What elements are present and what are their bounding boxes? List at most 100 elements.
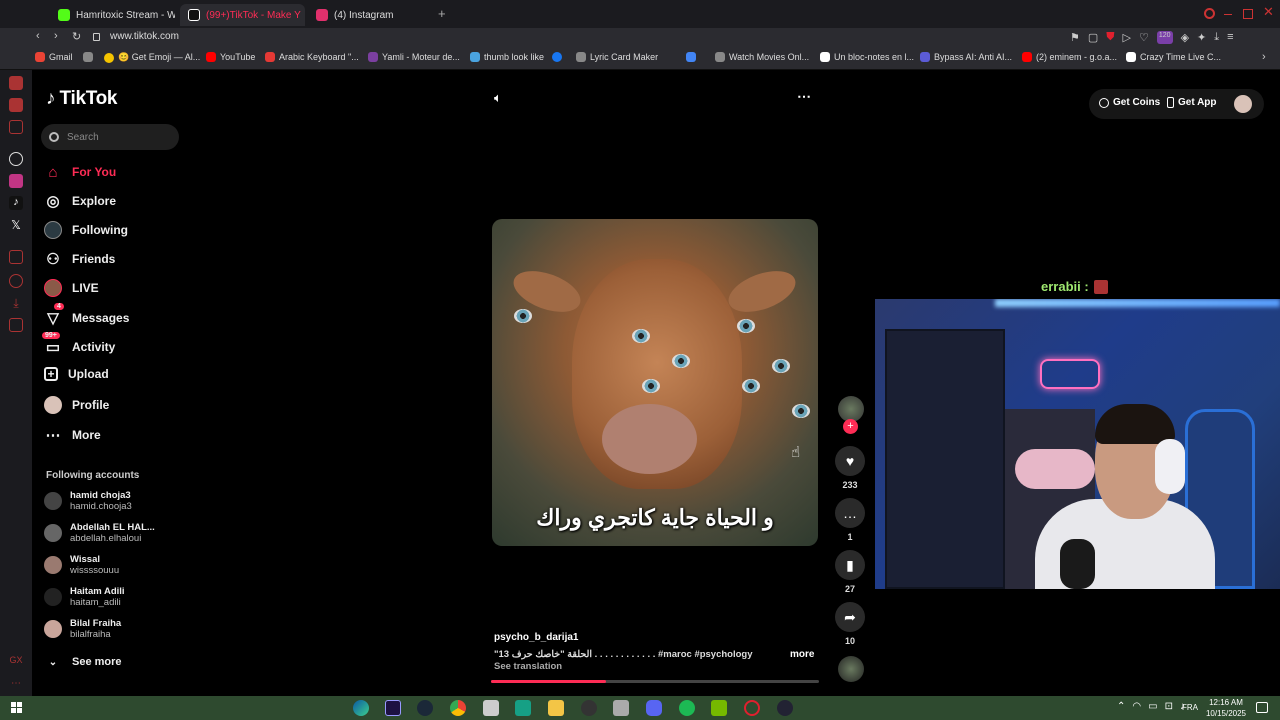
tab-tiktok[interactable]: (99+)TikTok - Make Y [180, 4, 305, 26]
app-icon[interactable] [483, 700, 499, 716]
bookmark-icon[interactable]: ▮ [835, 550, 865, 580]
extensions-icon[interactable] [9, 318, 23, 332]
download-icon[interactable]: ⤓ [1214, 31, 1219, 44]
sidebar-more-icon[interactable]: ⋯ [9, 678, 23, 692]
comment-icon[interactable]: … [835, 498, 865, 528]
bookmark-item[interactable] [83, 52, 97, 62]
openai-icon[interactable] [9, 152, 23, 166]
account-item[interactable]: Haitam Adili haitam_adili [44, 586, 125, 608]
search-box[interactable]: Search [41, 124, 179, 150]
obs-icon[interactable] [581, 700, 597, 716]
nvidia-icon[interactable] [711, 700, 727, 716]
app-icon[interactable] [515, 700, 531, 716]
steam-icon[interactable] [417, 700, 433, 716]
follow-plus-icon[interactable]: + [843, 419, 858, 434]
bookmark-item[interactable]: Arabic Keyboard "... [265, 52, 359, 62]
nav-upload[interactable]: + Upload [44, 367, 109, 381]
volume-icon[interactable]: 🔈︎ [494, 90, 502, 106]
app-icon[interactable] [613, 700, 629, 716]
news-icon[interactable] [9, 98, 23, 112]
bookmark-item[interactable]: thumb look like [470, 52, 544, 62]
tiktok-logo[interactable]: ♪ TikTok [46, 88, 117, 110]
chevron-up-icon[interactable]: ⌃ [1117, 701, 1125, 712]
clock[interactable]: 12:16 AM 10/15/2025 [1204, 697, 1248, 719]
new-tab-button[interactable]: + [438, 6, 446, 21]
app-icon[interactable] [777, 700, 793, 716]
user-avatar[interactable] [1234, 95, 1252, 113]
comment-action[interactable]: … 1 [835, 498, 865, 542]
forward-icon[interactable]: › [54, 30, 58, 42]
folder-icon[interactable] [548, 700, 564, 716]
notification-icon[interactable] [1256, 702, 1268, 713]
nav-more[interactable]: ⋯ More [44, 426, 101, 444]
badge-icon[interactable]: 120 [1156, 31, 1173, 44]
back-icon[interactable]: ‹ [36, 30, 40, 42]
heart-icon[interactable]: ♥ [835, 446, 865, 476]
video-progress-track[interactable] [491, 680, 819, 683]
save-action[interactable]: ▮ 27 [835, 550, 865, 594]
headset-icon[interactable]: ◠ [1132, 701, 1141, 712]
language-indicator[interactable]: FRA [1182, 703, 1198, 712]
discord-icon[interactable] [646, 700, 662, 716]
start-icon[interactable] [11, 702, 22, 713]
search-input[interactable]: Search [67, 132, 99, 143]
bookmark-item[interactable]: Watch Movies Onl... [715, 52, 809, 62]
get-app-button[interactable]: Get App [1167, 97, 1217, 108]
video-player[interactable]: و الحياة جاية كاتجري وراك [492, 219, 818, 546]
see-more-button[interactable]: ⌄ See more [44, 653, 122, 671]
play-icon[interactable]: ▷ [1123, 31, 1131, 44]
instagram-icon[interactable] [9, 174, 23, 188]
premiere-icon[interactable] [385, 700, 401, 716]
messenger-icon[interactable] [9, 76, 23, 90]
bookmark-item[interactable]: (2) eminem - g.o.a... [1022, 52, 1117, 62]
video-author[interactable]: psycho_b_darija1 [494, 632, 578, 643]
bookmark-item[interactable]: Crazy Time Live C... [1126, 52, 1221, 62]
tiktok-icon[interactable]: ♪ [9, 196, 23, 210]
account-item[interactable]: hamid choja3 hamid.chooja3 [44, 490, 132, 512]
video-more-link[interactable]: more [790, 649, 814, 660]
snapshot-icon[interactable]: ▢ [1088, 31, 1098, 44]
edge-icon[interactable] [353, 700, 369, 716]
gx-icon[interactable]: GX [9, 655, 23, 669]
chrome-icon[interactable] [450, 700, 466, 716]
network-icon[interactable]: ⊡ [1165, 701, 1173, 712]
search-tabs-icon[interactable] [1204, 8, 1215, 19]
get-coins-button[interactable]: Get Coins [1099, 97, 1160, 108]
bookmark-item[interactable]: 😊 Get Emoji — Al... [104, 52, 200, 63]
account-item[interactable]: Abdellah EL HAL... abdellah.elhaloui [44, 522, 155, 544]
tab-instagram[interactable]: (4) Instagram [308, 4, 433, 26]
share-action[interactable]: ➦ 10 [835, 602, 865, 646]
bookmark-item[interactable]: YouTube [206, 52, 255, 62]
reload-icon[interactable]: ↻ [72, 30, 81, 43]
bookmark-item[interactable] [552, 52, 566, 62]
like-action[interactable]: ♥ 233 [835, 446, 865, 490]
spotify-icon[interactable] [679, 700, 695, 716]
video-options-icon[interactable]: ⋯ [797, 88, 811, 105]
downloads-icon[interactable]: ⤓ [9, 296, 23, 310]
vpn-icon[interactable]: ⛊ [1106, 31, 1114, 44]
menu-icon[interactable]: ≡ [1227, 31, 1233, 44]
chatgpt-icon[interactable] [9, 120, 23, 134]
pinboard-icon[interactable] [9, 250, 23, 264]
monitor-icon[interactable]: ▭ [1148, 701, 1157, 712]
opera-gx-icon[interactable] [744, 700, 760, 716]
nav-friends[interactable]: ⚇ Friends [44, 250, 115, 268]
tab-stream[interactable]: Hamritoxic Stream - Watc [50, 4, 175, 26]
bookmark-item[interactable] [686, 52, 700, 62]
nav-activity[interactable]: ▭ 99+ Activity [42, 332, 115, 356]
account-item[interactable]: Bilal Fraiha bilalfraiha [44, 618, 121, 640]
heart-icon[interactable]: ♡ [1139, 31, 1149, 44]
nav-for-you[interactable]: ⌂ For You [44, 163, 116, 181]
x-icon[interactable]: 𝕏 [9, 218, 23, 232]
bookmark-item[interactable]: Gmail [35, 52, 73, 62]
share-icon[interactable]: ➦ [835, 602, 865, 632]
bookmark-icon[interactable]: ⚑ [1070, 31, 1080, 44]
extensions-icon[interactable]: ✦ [1197, 31, 1206, 44]
nav-explore[interactable]: ◎ Explore [44, 192, 116, 210]
bookmark-item[interactable]: Bypass AI: Anti AI... [920, 52, 1012, 62]
history-icon[interactable] [9, 274, 23, 288]
close-icon[interactable]: ✕ [1263, 4, 1274, 20]
nav-messages[interactable]: ▽ 4 Messages [44, 303, 129, 327]
bookmark-item[interactable]: Un bloc-notes en l... [820, 52, 914, 62]
nav-following[interactable]: Following [44, 221, 128, 239]
